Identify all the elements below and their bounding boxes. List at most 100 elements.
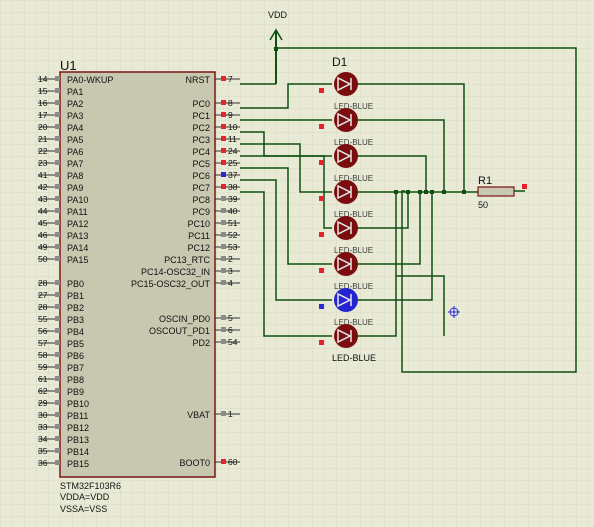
pin-name: PB0 <box>67 279 84 289</box>
pin-marker <box>55 424 60 429</box>
pin-name: PC13_RTC <box>164 255 210 265</box>
pin-name: PB4 <box>67 327 84 337</box>
pin-marker <box>55 280 60 285</box>
pin-name: PA0-WKUP <box>67 75 113 85</box>
pin-number: 14 <box>38 74 48 84</box>
pin-name: BOOT0 <box>179 458 210 468</box>
pin-marker <box>221 148 226 153</box>
led-value: LED-BLUE <box>332 353 376 363</box>
pin-name: PB9 <box>67 387 84 397</box>
pin-marker <box>55 448 60 453</box>
pin-marker <box>55 232 60 237</box>
pin-name: PC0 <box>192 99 210 109</box>
led-pin-marker <box>319 340 324 345</box>
resistor-pin-marker <box>522 184 527 189</box>
pin-name: PA7 <box>67 159 83 169</box>
pin-number: 44 <box>38 206 48 216</box>
pin-name: PC7 <box>192 183 210 193</box>
pin-marker <box>221 459 226 464</box>
pin-marker <box>221 196 226 201</box>
pin-number: 30 <box>38 410 48 420</box>
pin-number: 36 <box>38 458 48 468</box>
pin-number: 38 <box>228 182 238 192</box>
pin-number: 29 <box>38 398 48 408</box>
pin-marker <box>55 352 60 357</box>
led-pin-marker <box>319 160 324 165</box>
pin-marker <box>221 124 226 129</box>
mcu-u1[interactable]: U1 14 PA0-WKUP15 PA116 PA217 PA320 PA421 PA522… <box>38 58 240 514</box>
pin-name: PA14 <box>67 243 88 253</box>
pin-name: PC12 <box>187 243 210 253</box>
pin-number: 25 <box>228 158 238 168</box>
pin-name: PA8 <box>67 171 83 181</box>
pin-number: 58 <box>38 350 48 360</box>
pin-marker <box>55 136 60 141</box>
led-pin-marker <box>319 304 324 309</box>
pin-name: PA5 <box>67 135 83 145</box>
pin-number: 6 <box>228 325 233 335</box>
pin-marker <box>55 88 60 93</box>
pin-number: 55 <box>38 314 48 324</box>
pin-name: PB5 <box>67 339 84 349</box>
pin-marker <box>55 244 60 249</box>
pin-marker <box>221 244 226 249</box>
pin-name: PA12 <box>67 219 88 229</box>
pin-number: 61 <box>38 374 48 384</box>
pin-name: PC8 <box>192 195 210 205</box>
pin-name: PC14-OSC32_IN <box>141 267 210 277</box>
pin-number: 21 <box>38 134 48 144</box>
pin-name: PB7 <box>67 363 84 373</box>
led-value: LED-BLUE <box>334 102 373 111</box>
pin-number: 10 <box>228 122 238 132</box>
pin-number: 2 <box>228 254 233 264</box>
pin-marker <box>55 376 60 381</box>
pin-marker <box>221 315 226 320</box>
pin-number: 15 <box>38 86 48 96</box>
resistor-body <box>477 186 515 197</box>
pin-name: PB1 <box>67 291 84 301</box>
pin-name: NRST <box>186 75 211 85</box>
pin-number: 7 <box>228 74 233 84</box>
pin-number: 40 <box>228 206 238 216</box>
pin-marker <box>55 460 60 465</box>
pin-marker <box>55 364 60 369</box>
junction-dot <box>430 190 434 194</box>
pin-number: 46 <box>38 230 48 240</box>
junction-dot <box>442 190 446 194</box>
pin-name: PA1 <box>67 87 83 97</box>
pin-name: PC3 <box>192 135 210 145</box>
pin-number: 42 <box>38 182 48 192</box>
pin-number: 4 <box>228 278 233 288</box>
led-value: LED-BLUE <box>334 282 373 291</box>
led-value: LED-BLUE <box>334 210 373 219</box>
mcu-supply-2: VSSA=VSS <box>60 504 107 514</box>
pin-number: 53 <box>228 242 238 252</box>
pin-number: 22 <box>38 146 48 156</box>
pin-marker <box>221 327 226 332</box>
junction-dot <box>462 190 466 194</box>
junction-dot <box>406 190 410 194</box>
pin-name: PA15 <box>67 255 88 265</box>
pin-marker <box>55 76 60 81</box>
pin-name: PB12 <box>67 423 89 433</box>
pin-number: 16 <box>38 98 48 108</box>
pin-name: OSCOUT_PD1 <box>149 326 210 336</box>
led-pin-marker <box>319 88 324 93</box>
mcu-supply-1: VDDA=VDD <box>60 492 110 502</box>
pin-number: 51 <box>228 218 238 228</box>
pin-marker <box>221 220 226 225</box>
pin-number: 56 <box>38 326 48 336</box>
pin-marker <box>221 256 226 261</box>
pin-marker <box>221 280 226 285</box>
pin-name: PB6 <box>67 351 84 361</box>
pin-number: 49 <box>38 242 48 252</box>
pin-name: PC6 <box>192 171 210 181</box>
pin-name: PA10 <box>67 195 88 205</box>
pin-marker <box>55 400 60 405</box>
pin-number: 62 <box>38 386 48 396</box>
pin-marker <box>55 112 60 117</box>
pin-name: PA6 <box>67 147 83 157</box>
pin-marker <box>221 184 226 189</box>
pin-number: 1 <box>228 409 233 419</box>
junction-dot <box>424 190 428 194</box>
